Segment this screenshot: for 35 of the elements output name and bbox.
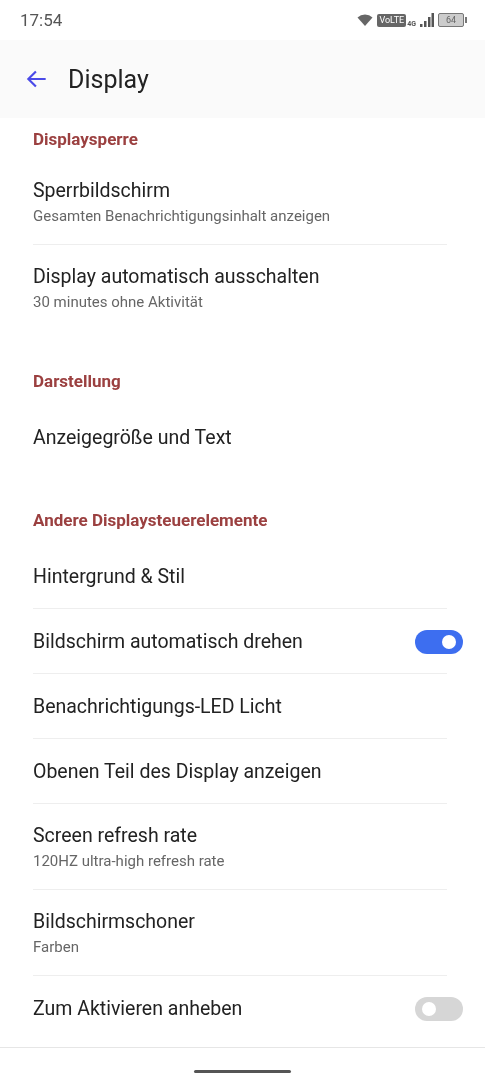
item-title: Hintergrund & Stil (33, 565, 186, 588)
item-title: Obenen Teil des Display anzeigen (33, 760, 323, 783)
settings-item[interactable]: Anzeigegröße und Text (0, 405, 485, 470)
battery-level: 64 (438, 13, 464, 27)
volte-badge: VoLTE (377, 13, 407, 27)
status-time: 17:54 (20, 10, 63, 30)
settings-item[interactable]: Hintergrund & Stil (0, 544, 485, 609)
toggle-switch[interactable] (415, 629, 463, 654)
settings-item[interactable]: Bildschirm automatisch drehen (0, 609, 485, 674)
item-subtitle: Farben (33, 938, 80, 956)
item-title: Screen refresh rate (33, 824, 198, 847)
page-title: Display (68, 64, 149, 94)
section-header: Andere Displaysteuerelemente (32, 509, 269, 532)
wifi-icon (357, 14, 374, 26)
settings-item[interactable]: Bildschirmschoner Farben (0, 890, 485, 976)
item-title: Sperrbildschirm (33, 179, 171, 202)
signal-icon (420, 13, 434, 27)
section-header: Darstellung (32, 370, 122, 393)
section-header: Displaysperre (32, 128, 139, 151)
item-subtitle: 30 minutes ohne Aktivität (33, 293, 204, 311)
toggle-switch[interactable] (415, 996, 463, 1021)
item-subtitle: 120HZ ultra-high refresh rate (33, 852, 226, 870)
settings-item[interactable]: Zum Aktivieren anheben (0, 976, 485, 1041)
item-title: Anzeigegröße und Text (33, 426, 233, 449)
settings-item[interactable]: Benachrichtigungs-LED Licht (0, 674, 485, 739)
item-subtitle: Gesamten Benachrichtigungsinhalt anzeigen (33, 207, 332, 225)
settings-item[interactable]: Sperrbildschirm Gesamten Benachrichtigungsinhalt anzeigen (0, 159, 485, 245)
settings-item[interactable]: Obenen Teil des Display anzeigen (0, 739, 485, 804)
settings-item[interactable]: Screen refresh rate 120HZ ultra-high refresh rate (0, 804, 485, 890)
item-title: Bildschirm automatisch drehen (33, 630, 304, 653)
item-title: Benachrichtigungs-LED Licht (33, 695, 283, 718)
item-title: Zum Aktivieren anheben (33, 997, 244, 1020)
settings-item[interactable]: Display automatisch ausschalten 30 minutes ohne Aktivität (0, 245, 485, 331)
item-title: Display automatisch ausschalten (33, 265, 321, 288)
item-title: Bildschirmschoner (33, 910, 196, 933)
